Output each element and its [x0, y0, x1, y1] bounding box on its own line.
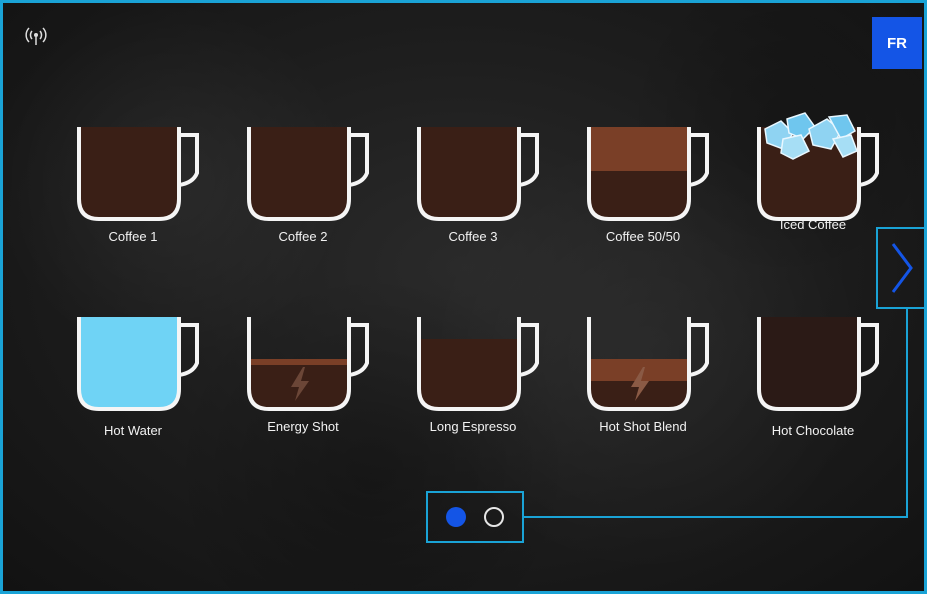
page-dot-2[interactable]: [484, 507, 504, 527]
drink-label: Coffee 50/50: [605, 229, 681, 244]
drink-label: Energy Shot: [267, 419, 339, 434]
energy-cup-icon: [587, 317, 709, 411]
coffee-cup-icon: [587, 127, 709, 221]
chocolate-cup-icon: [757, 317, 879, 411]
drink-tile-energy-shot[interactable]: Energy Shot: [228, 311, 378, 434]
page-indicator: [426, 491, 524, 543]
drink-tile-coffee-3[interactable]: Coffee 3: [398, 121, 548, 244]
drink-tile-coffee-50-50[interactable]: Coffee 50/50: [568, 121, 718, 244]
iced-coffee-cup-icon: [757, 112, 879, 221]
drink-label: Hot Water: [103, 423, 163, 438]
coffee-cup-icon: [77, 127, 199, 221]
drink-label: Coffee 2: [278, 229, 328, 244]
energy-cup-icon: [247, 317, 369, 411]
drink-tile-hot-chocolate[interactable]: Hot Chocolate: [738, 311, 888, 438]
drink-label: Long Espresso: [429, 419, 517, 434]
next-page-button[interactable]: [876, 227, 924, 309]
wifi-signal-icon: [25, 27, 47, 45]
drink-tile-long-espresso[interactable]: Long Espresso: [398, 311, 548, 434]
coffee-cup-icon: [247, 127, 369, 221]
chevron-right-icon: [891, 243, 913, 293]
callout-line: [906, 309, 908, 518]
drink-label: Coffee 3: [448, 229, 498, 244]
drink-label: Coffee 1: [108, 229, 158, 244]
drink-tile-coffee-2[interactable]: Coffee 2: [228, 121, 378, 244]
drink-label: Iced Coffee: [779, 217, 847, 232]
drink-label: Hot Chocolate: [771, 423, 855, 438]
drink-tile-hot-water[interactable]: Hot Water: [58, 311, 208, 438]
water-cup-icon: [77, 317, 199, 411]
language-toggle-button[interactable]: FR: [872, 17, 922, 69]
drink-label: Hot Shot Blend: [599, 419, 687, 434]
coffee-cup-icon: [417, 317, 539, 411]
drink-tile-iced-coffee[interactable]: Iced Coffee: [738, 109, 888, 232]
callout-line: [523, 516, 908, 518]
page-dot-1[interactable]: [446, 507, 466, 527]
coffee-cup-icon: [417, 127, 539, 221]
kiosk-screen: FR Coffee 1 Coffee 2 Coffee 3 Coffee 50/…: [0, 0, 927, 594]
drink-tile-coffee-1[interactable]: Coffee 1: [58, 121, 208, 244]
drink-tile-hot-shot-blend[interactable]: Hot Shot Blend: [568, 311, 718, 434]
